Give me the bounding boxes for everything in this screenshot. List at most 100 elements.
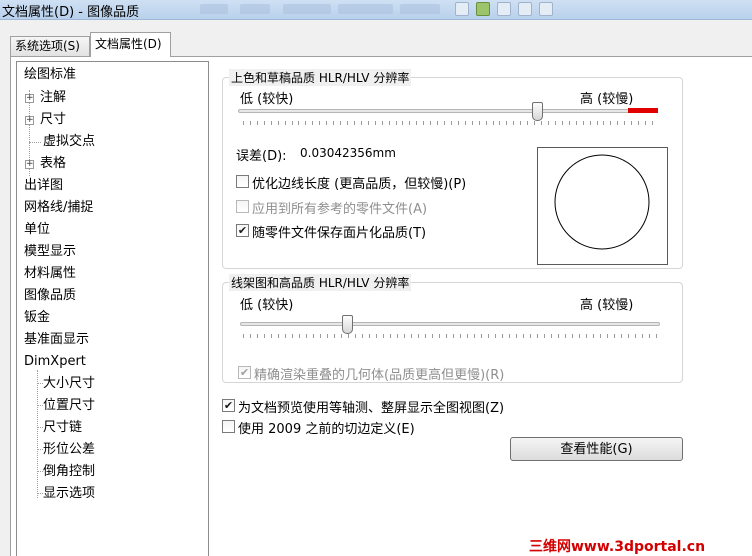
slider-tick [340, 121, 341, 125]
expand-icon[interactable]: + [25, 160, 34, 169]
slider-tick [534, 121, 535, 125]
slider-tick [458, 121, 459, 125]
slider-tick [333, 121, 334, 125]
slider-tick [481, 334, 482, 338]
tree-item-location-dimension[interactable]: 位置尺寸 [43, 397, 95, 415]
tree-item-dimxpert[interactable]: DimXpert [24, 353, 86, 371]
toolbar-icon[interactable] [497, 2, 511, 16]
tree-item-tables[interactable]: 表格 [40, 155, 66, 173]
slider-tick [645, 121, 646, 125]
tree-item-size-dimension[interactable]: 大小尺寸 [43, 375, 95, 393]
iso-preview-checkbox[interactable]: ✔ [222, 399, 235, 412]
shaded-low-label: 低 (较快) [240, 92, 294, 107]
slider-tick [327, 334, 328, 338]
slider-tick [502, 334, 503, 338]
blurred-toolbar-text [283, 4, 331, 14]
slider-tick [319, 121, 320, 125]
slider-tick [652, 121, 653, 125]
slider-tick [423, 121, 424, 125]
slider-tick [411, 334, 412, 338]
slider-tick [243, 334, 244, 338]
tree-item-chain-dimension[interactable]: 尺寸链 [43, 419, 82, 437]
toolbar-icon[interactable] [455, 2, 469, 16]
slider-tick [320, 334, 321, 338]
shaded-quality-title: 上色和草稿品质 HLR/HLV 分辨率 [229, 69, 412, 86]
deviation-value: 0.03042356mm [300, 146, 396, 160]
wireframe-slider-thumb[interactable] [342, 315, 353, 334]
options-tree: + + + 绘图标准 注解 尺寸 虚拟交点 表格 出详图 网格线/捕捉 单位 模… [16, 61, 209, 556]
slider-tick [579, 334, 580, 338]
slider-tick [313, 334, 314, 338]
wireframe-slider-track[interactable] [240, 322, 660, 326]
slider-tick [416, 121, 417, 125]
slider-tick [326, 121, 327, 125]
tree-item-geometric-tolerance[interactable]: 形位公差 [43, 441, 95, 459]
blurred-toolbar-text [200, 4, 228, 14]
slider-tick [600, 334, 601, 338]
save-tessellation-checkbox[interactable]: ✔ [236, 224, 249, 237]
slider-tick [305, 121, 306, 125]
tab-system-options[interactable]: 系统选项(S) [10, 36, 90, 56]
tree-connector [29, 142, 41, 143]
tree-item-detailing[interactable]: 出详图 [24, 177, 63, 195]
slider-tick [334, 334, 335, 338]
tree-item-dimensions[interactable]: 尺寸 [40, 111, 66, 129]
expand-icon[interactable]: + [25, 94, 34, 103]
slider-tick [635, 334, 636, 338]
deviation-label: 误差(D): [236, 149, 287, 164]
slider-tick [369, 334, 370, 338]
slider-tick [597, 121, 598, 125]
slider-tick [250, 121, 251, 125]
slider-tick [520, 121, 521, 125]
slider-tick [264, 334, 265, 338]
legacy-tangent-checkbox[interactable] [222, 420, 235, 433]
tree-item-drafting-standard[interactable]: 绘图标准 [24, 66, 76, 84]
optimize-edge-checkbox[interactable] [236, 175, 249, 188]
blurred-toolbar-text [338, 4, 393, 14]
tree-item-annotations[interactable]: 注解 [40, 89, 66, 107]
toolbar-icon[interactable] [518, 2, 532, 16]
precise-render-label: 精确渲染重叠的几何体(品质更高但更慢)(R) [254, 368, 505, 383]
shaded-slider-ticks [243, 121, 653, 126]
slider-tick [250, 334, 251, 338]
tree-item-virtual-sharps[interactable]: 虚拟交点 [43, 133, 95, 151]
slider-tick [576, 121, 577, 125]
tree-item-image-quality[interactable]: 图像品质 [24, 287, 76, 305]
precise-render-checkbox[interactable]: ✔ [238, 366, 251, 379]
slider-tick [257, 121, 258, 125]
slider-tick [404, 334, 405, 338]
slider-tick [389, 121, 390, 125]
slider-tick [610, 121, 611, 125]
slider-tick [285, 121, 286, 125]
tree-item-chamfer-controls[interactable]: 倒角控制 [43, 463, 95, 481]
slider-tick [614, 334, 615, 338]
slider-tick [638, 121, 639, 125]
slider-tick [376, 334, 377, 338]
slider-tick [285, 334, 286, 338]
slider-tick [541, 121, 542, 125]
slider-tick [548, 121, 549, 125]
tab-document-properties[interactable]: 文档属性(D) [90, 32, 171, 57]
tree-connector [37, 370, 38, 498]
window-title: 文档属性(D) - 图像品质 [2, 5, 140, 20]
toolbar-icon[interactable] [476, 2, 490, 16]
tree-item-plane-display[interactable]: 基准面显示 [24, 331, 89, 349]
tree-item-model-display[interactable]: 模型显示 [24, 243, 76, 261]
title-bar: 文档属性(D) - 图像品质 [0, 0, 752, 20]
shaded-slider-thumb[interactable] [532, 102, 543, 121]
slider-tick [271, 121, 272, 125]
toolbar-icon[interactable] [539, 2, 553, 16]
tree-item-display-options[interactable]: 显示选项 [43, 485, 95, 503]
tree-item-units[interactable]: 单位 [24, 221, 50, 239]
slider-tick [397, 334, 398, 338]
slider-tick [362, 334, 363, 338]
expand-icon[interactable]: + [25, 116, 34, 125]
iso-preview-label: 为文档预览使用等轴测、整屏显示全图视图(Z) [238, 401, 505, 416]
tree-item-sheet-metal[interactable]: 钣金 [24, 309, 50, 327]
tree-item-material-properties[interactable]: 材料属性 [24, 265, 76, 283]
slider-tick [583, 121, 584, 125]
shaded-slider-track[interactable] [238, 109, 658, 113]
apply-all-parts-checkbox[interactable] [236, 200, 249, 213]
tree-item-grid-snap[interactable]: 网格线/捕捉 [24, 199, 93, 217]
view-performance-button[interactable]: 查看性能(G) [510, 437, 683, 461]
